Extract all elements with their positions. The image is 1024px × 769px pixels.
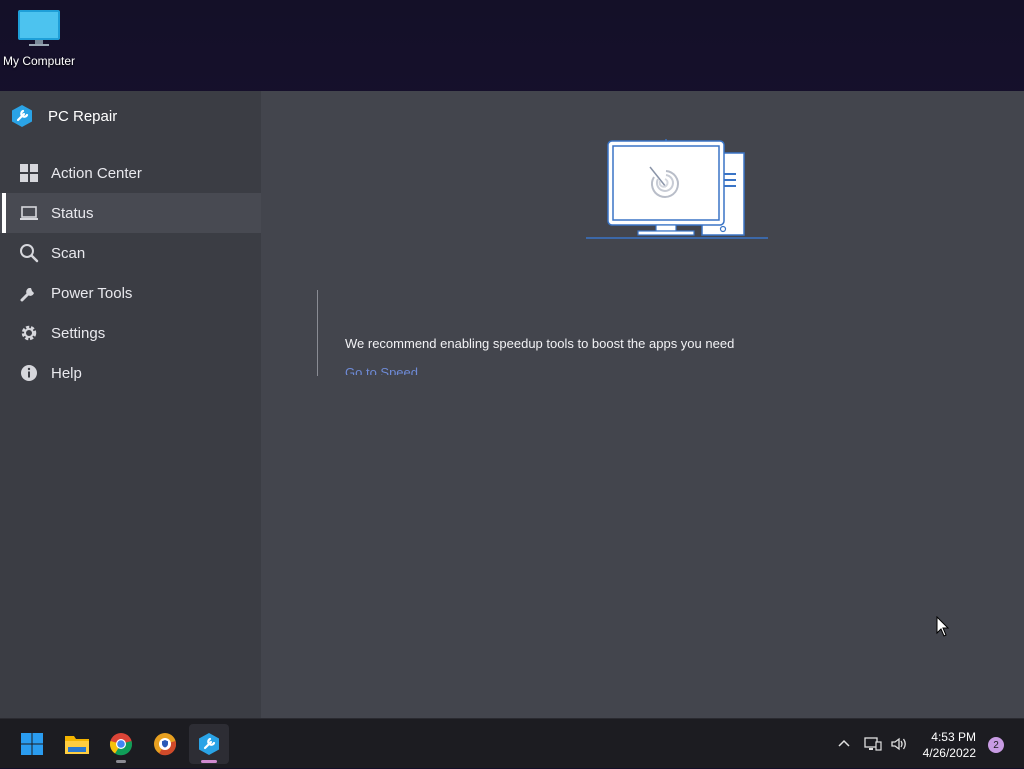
running-indicator: [116, 760, 126, 763]
monitor-icon: [18, 10, 60, 46]
computer-scan-illustration-icon: [586, 139, 768, 239]
folder-icon: [65, 736, 89, 754]
desktop-icon-label: My Computer: [2, 54, 76, 68]
taskbar-file-explorer[interactable]: [57, 724, 97, 764]
sidebar-item-action-center[interactable]: Action Center: [0, 153, 261, 193]
search-icon: [18, 242, 40, 264]
sidebar-item-label: Help: [51, 364, 82, 382]
taskbar-browser[interactable]: [145, 724, 185, 764]
clock-date: 4/26/2022: [922, 746, 976, 760]
pc-repair-logo-icon: [199, 733, 219, 755]
notification-badge[interactable]: 2: [988, 737, 1004, 753]
desktop-icon-my-computer[interactable]: My Computer: [0, 8, 78, 68]
grid-icon: [18, 162, 40, 184]
recommendation-text: We recommend enabling speedup tools to b…: [345, 336, 735, 351]
recommendation-link-clip: Go to Speed: [345, 365, 545, 375]
taskbar-chrome[interactable]: [101, 724, 141, 764]
sidebar-item-status[interactable]: Status: [0, 193, 261, 233]
sidebar: PC Repair Action Center Status Scan Powe…: [0, 91, 261, 718]
clock-time: 4:53 PM: [931, 730, 976, 744]
sidebar-item-label: Scan: [51, 244, 86, 262]
app-header: PC Repair: [10, 105, 117, 127]
info-icon: [18, 362, 40, 384]
sidebar-item-help[interactable]: Help: [0, 353, 261, 393]
go-to-speed-link[interactable]: Go to Speed: [345, 365, 545, 375]
sidebar-item-settings[interactable]: Settings: [0, 313, 261, 353]
app-title: PC Repair: [48, 107, 118, 125]
taskbar-clock[interactable]: 4:53 PM 4/26/2022: [923, 729, 976, 761]
sidebar-item-label: Action Center: [51, 164, 142, 182]
sidebar-item-scan[interactable]: Scan: [0, 233, 261, 273]
windows-start-icon: [21, 733, 43, 755]
volume-icon[interactable]: [890, 736, 908, 752]
chevron-up-icon[interactable]: [836, 736, 852, 752]
network-icon[interactable]: [864, 736, 882, 752]
running-indicator: [201, 760, 217, 763]
main-content: We recommend enabling speedup tools to b…: [261, 91, 1024, 718]
chrome-icon: [109, 733, 133, 756]
taskbar-pc-repair[interactable]: [189, 724, 229, 764]
recommendation-divider: [317, 290, 318, 376]
gear-icon: [18, 322, 40, 344]
sidebar-item-label: Status: [51, 204, 94, 222]
mouse-cursor-icon: [936, 616, 950, 637]
system-tray: [836, 719, 908, 769]
browser-shield-icon: [154, 733, 177, 756]
wrench-icon: [18, 282, 40, 304]
sidebar-item-label: Power Tools: [51, 284, 133, 302]
pc-repair-logo-icon: [12, 105, 32, 127]
sidebar-item-power-tools[interactable]: Power Tools: [0, 273, 261, 313]
sidebar-item-label: Settings: [51, 324, 106, 342]
pc-repair-window: PC Repair Action Center Status Scan Powe…: [0, 91, 1024, 718]
taskbar: 4:53 PM 4/26/2022 2: [0, 718, 1024, 768]
laptop-icon: [18, 202, 40, 224]
sidebar-nav: Action Center Status Scan Power Tools Se…: [0, 153, 261, 393]
start-button[interactable]: [12, 724, 52, 764]
